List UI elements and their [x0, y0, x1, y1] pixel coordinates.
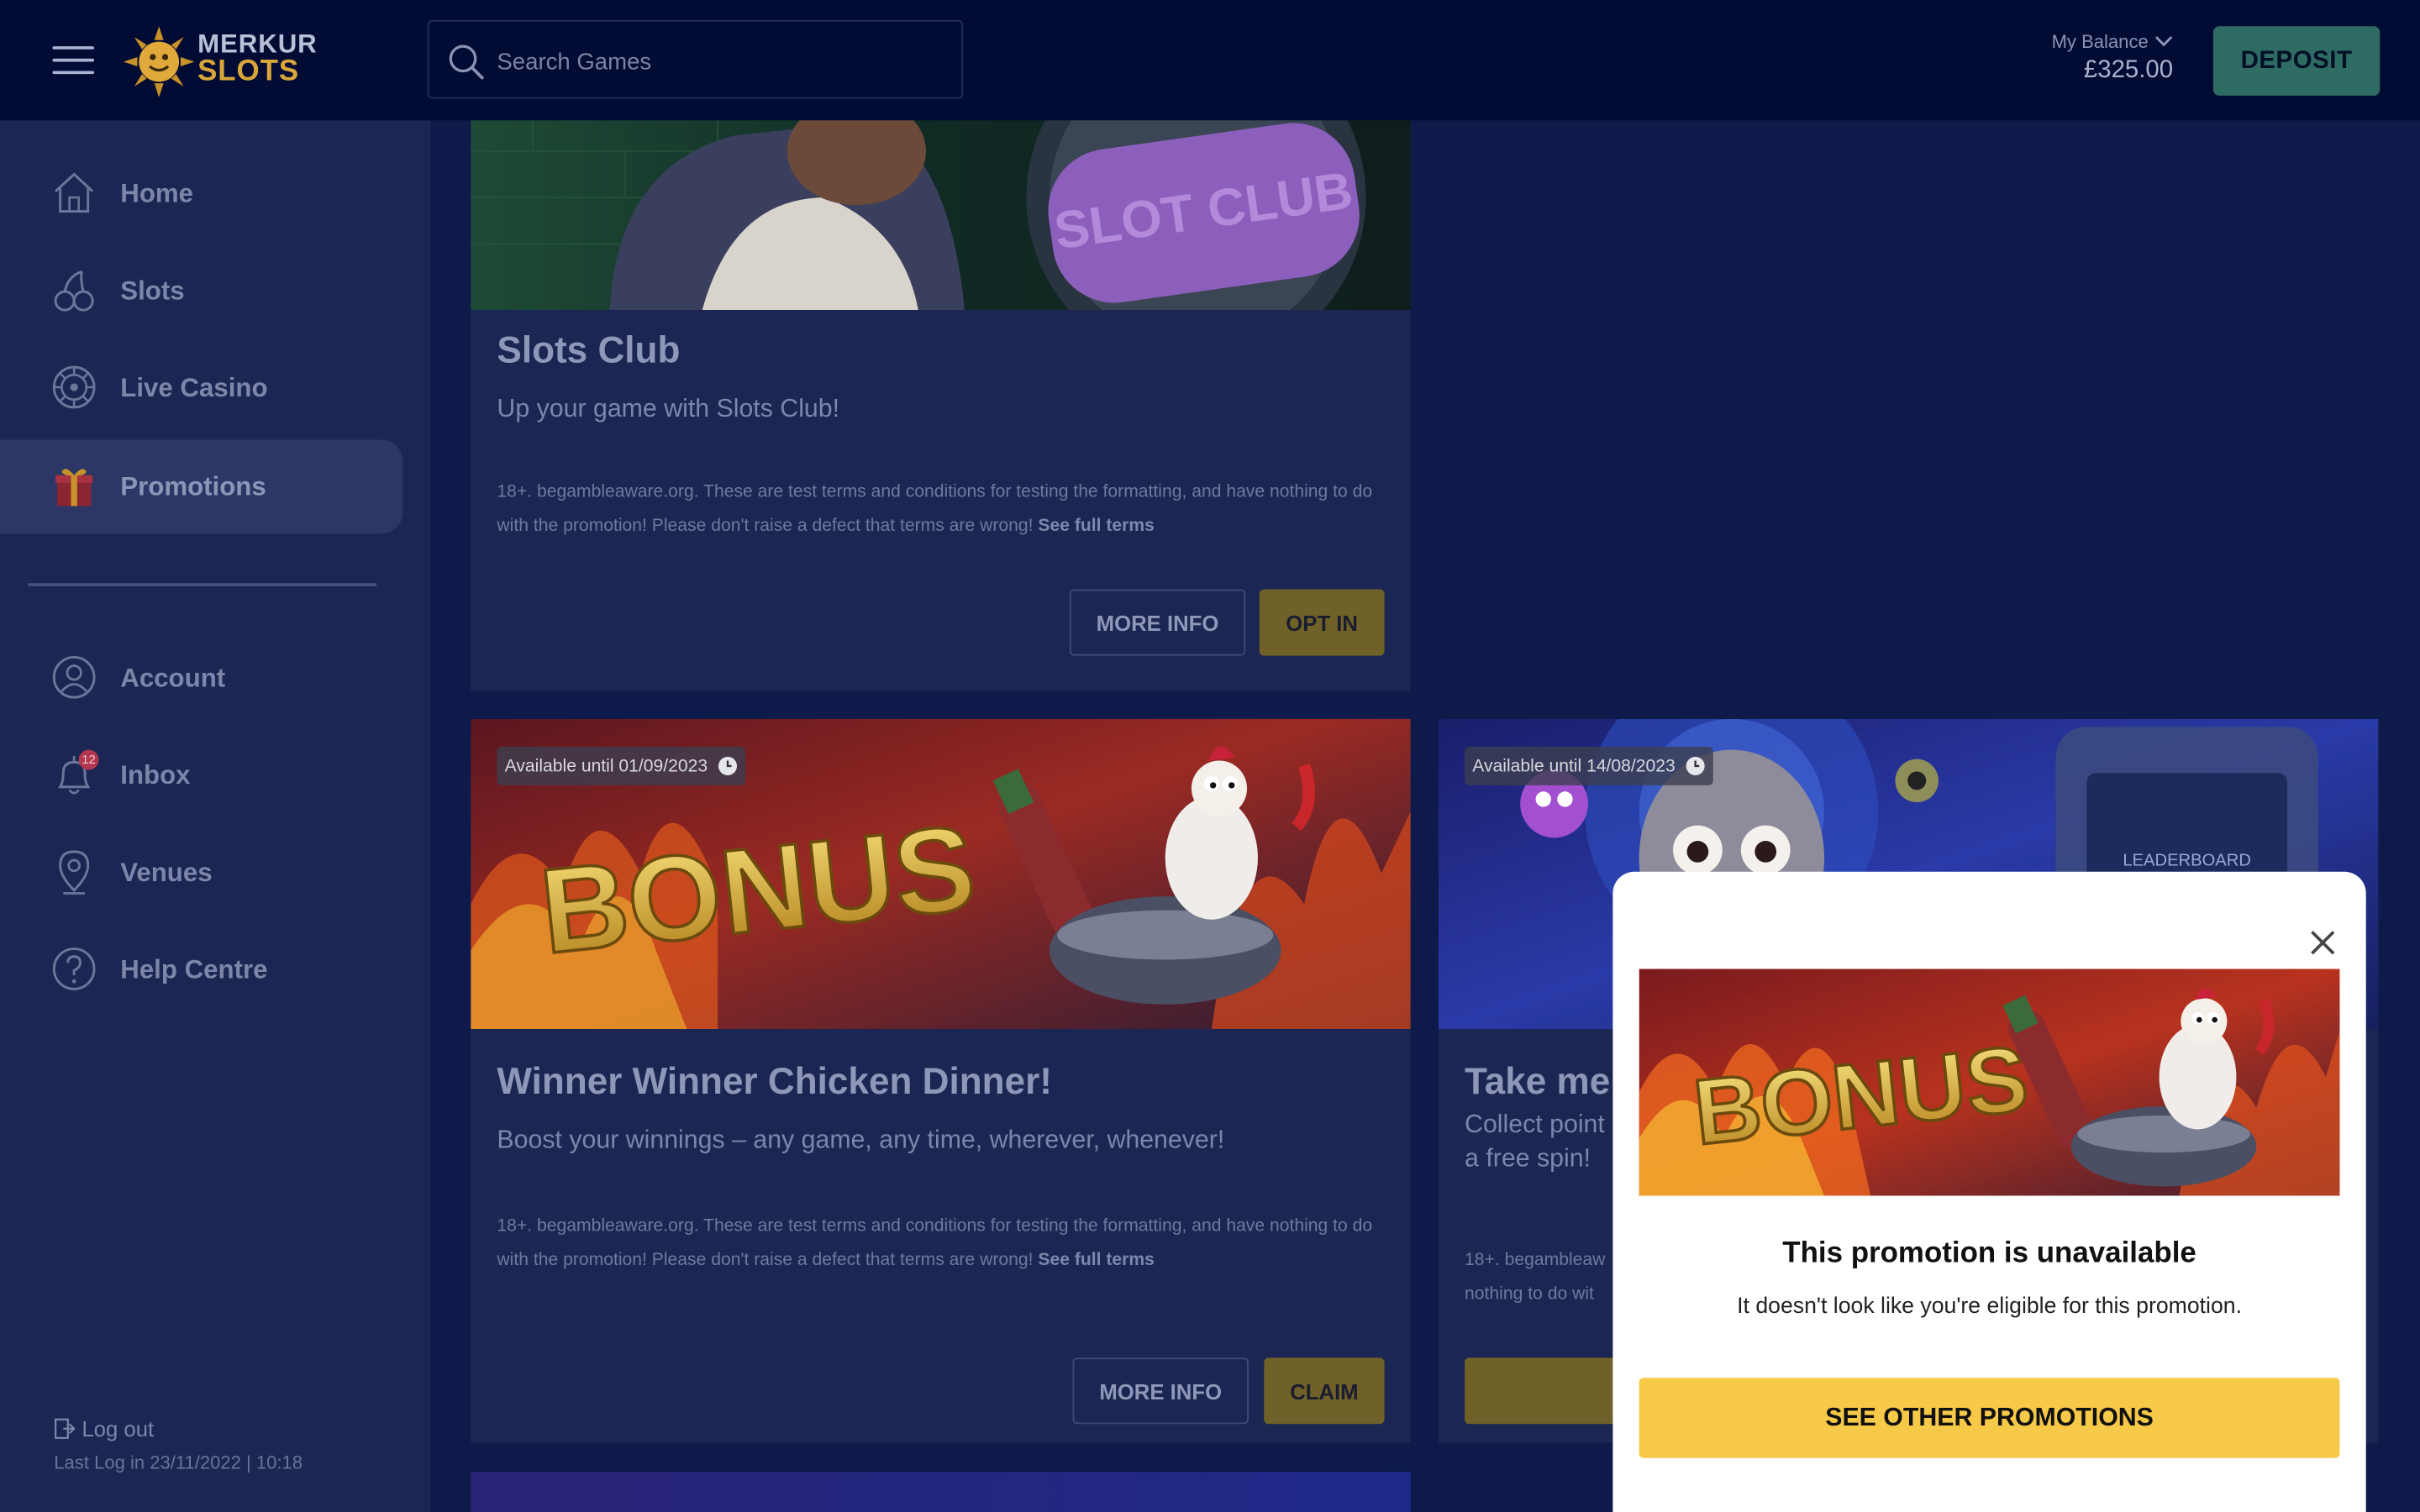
sidebar-item-venues[interactable]: Venues: [0, 826, 402, 920]
clock-icon: [718, 756, 737, 775]
availability-badge: Available until 14/08/2023: [1465, 746, 1712, 785]
brand-line2: SLOTS: [197, 55, 300, 88]
promotion-unavailable-modal: BONUS This promotion is unavailable It d…: [1612, 871, 2366, 1512]
sidebar-item-help-centre[interactable]: Help Centre: [0, 922, 402, 1016]
search-box: [427, 19, 964, 99]
sidebar-item-live-casino[interactable]: Live Casino: [0, 341, 402, 435]
sidebar-item-label: Account: [120, 662, 226, 692]
sun-logo-icon: [123, 26, 195, 97]
gift-icon: [55, 469, 93, 507]
sidebar: Home Slots Live Casino Promotions Accoun…: [0, 120, 431, 1512]
promo-terms: 18+. begambleaware.org. These are test t…: [497, 482, 1373, 536]
close-icon[interactable]: [2306, 926, 2339, 959]
logout-icon: [55, 1418, 76, 1439]
sidebar-item-promotions[interactable]: Promotions: [0, 439, 403, 534]
top-bar: MERKUR SLOTS My Balance £325.00 DEPOSIT: [0, 0, 2420, 121]
sidebar-item-label: Inbox: [120, 759, 191, 790]
search-input[interactable]: [493, 39, 948, 84]
more-info-button[interactable]: MORE INFO: [1072, 1357, 1249, 1425]
logout-label: Log out: [82, 1416, 155, 1441]
slots-club-artwork: SLOT CLUB: [471, 104, 1411, 311]
inbox-count-badge: 12: [78, 749, 99, 770]
modal-bonus-artwork: BONUS: [1639, 969, 2340, 1196]
promo-subtitle-line1: Collect point: [1465, 1110, 1605, 1139]
sidebar-item-label: Slots: [120, 275, 185, 305]
sidebar-item-inbox[interactable]: Inbox: [0, 728, 402, 822]
promo-image-chicken-dinner[interactable]: BONUS Available until 01/09/2023: [471, 718, 1411, 1030]
promo-image-partial[interactable]: [471, 1472, 1411, 1512]
sidebar-item-label: Venues: [120, 857, 213, 887]
see-full-terms-link[interactable]: See full terms: [1038, 517, 1155, 535]
opt-in-button[interactable]: OPT IN: [1259, 589, 1385, 656]
promo-card-slots-club: SLOT CLUB Slots Club Up your game with S…: [471, 104, 1411, 691]
question-icon: [52, 948, 96, 990]
location-pin-icon: [59, 850, 90, 895]
sidebar-item-slots[interactable]: Slots: [0, 244, 402, 338]
promo-image-slots-club[interactable]: SLOT CLUB: [471, 104, 1411, 311]
see-full-terms-link[interactable]: See full terms: [1038, 1252, 1155, 1270]
clock-icon: [1685, 756, 1704, 775]
sidebar-item-account[interactable]: Account: [0, 631, 402, 725]
promo-subtitle-line2: a free spin!: [1465, 1144, 1591, 1173]
see-other-promotions-button[interactable]: SEE OTHER PROMOTIONS: [1639, 1378, 2340, 1458]
sidebar-item-label: Help Centre: [120, 954, 268, 984]
cherries-icon: [54, 270, 94, 312]
promo-subtitle: Up your game with Slots Club!: [497, 395, 840, 423]
promo-card-chicken-dinner: BONUS Available until 01/09/2023 Winner …: [471, 718, 1411, 1443]
more-info-button[interactable]: MORE INFO: [1069, 589, 1246, 656]
last-login-text: Last Log in 23/11/2022 | 10:18: [54, 1452, 303, 1474]
search-icon: [449, 45, 485, 80]
hamburger-menu-icon[interactable]: [52, 43, 95, 76]
balance-label: My Balance: [2051, 30, 2149, 53]
user-icon: [52, 655, 96, 699]
sidebar-item-label: Home: [120, 178, 194, 208]
promo-terms: 18+. begambleaware.org. These are test t…: [497, 1217, 1373, 1270]
chevron-down-icon: [2154, 36, 2173, 47]
merkur-slots-logo[interactable]: MERKUR SLOTS: [123, 26, 318, 97]
sidebar-divider: [28, 583, 377, 586]
deposit-button[interactable]: DEPOSIT: [2212, 26, 2381, 96]
promo-card-partial: [471, 1472, 1411, 1512]
promo-title: Take me: [1465, 1061, 1611, 1104]
modal-promo-image: BONUS: [1639, 969, 2340, 1196]
sidebar-item-home[interactable]: Home: [0, 146, 402, 240]
promo-title: Slots Club: [497, 330, 681, 372]
promo-subtitle: Boost your winnings – any game, any time…: [497, 1126, 1225, 1154]
balance-display[interactable]: My Balance £325.00: [2052, 31, 2174, 85]
modal-title: This promotion is unavailable: [1782, 1237, 2196, 1270]
brand-line1: MERKUR: [197, 29, 318, 59]
modal-message: It doesn't look like you're eligible for…: [1737, 1294, 2242, 1320]
promo-title: Winner Winner Chicken Dinner!: [497, 1061, 1052, 1104]
roulette-icon: [52, 365, 96, 409]
availability-badge: Available until 01/09/2023: [497, 746, 745, 785]
claim-button[interactable]: CLAIM: [1264, 1357, 1385, 1425]
balance-amount: £325.00: [2083, 56, 2174, 84]
sidebar-item-label: Live Casino: [120, 372, 268, 402]
home-icon: [55, 172, 94, 213]
promo-image-text: LEADERBOARD: [2123, 851, 2251, 869]
logout-link[interactable]: Log out: [54, 1416, 154, 1441]
sidebar-item-label: Promotions: [120, 471, 266, 501]
